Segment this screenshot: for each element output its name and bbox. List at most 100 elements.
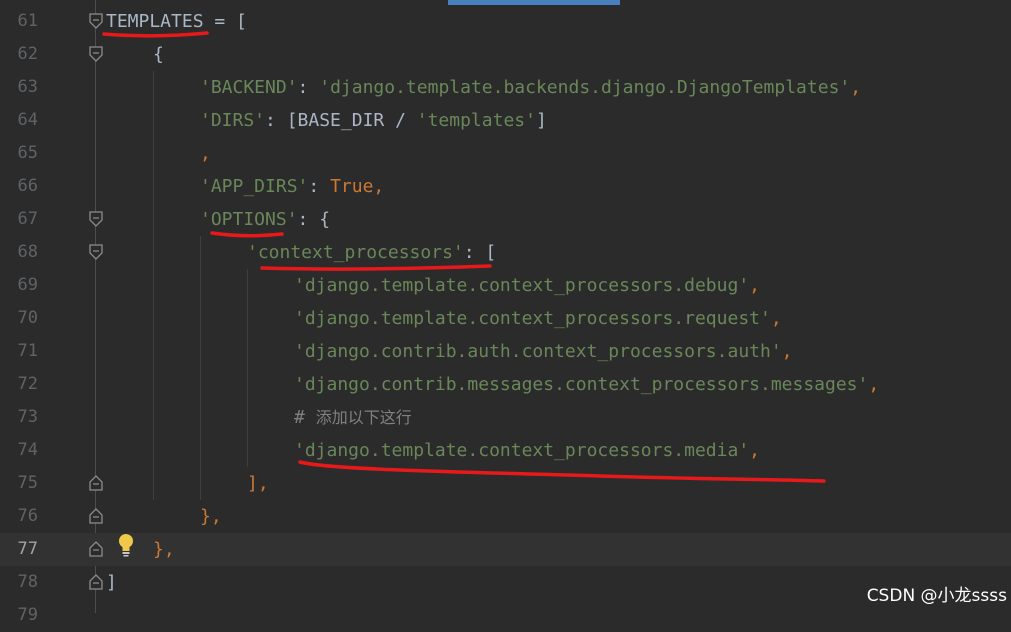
code-token-keyword: , [373, 176, 385, 197]
code-token-string: 'django.template.context_processors.debu… [294, 275, 750, 296]
code-text[interactable]: 'django.template.context_processors.requ… [294, 302, 782, 335]
code-token-plain: : { [297, 209, 331, 230]
code-line[interactable]: 78] [0, 566, 1011, 599]
fold-open-icon[interactable] [89, 13, 103, 29]
code-token-string: 'DIRS' [200, 110, 266, 131]
line-number: 77 [17, 539, 38, 559]
code-token-plain: : [308, 176, 331, 197]
code-token-keyword: ], [247, 473, 269, 494]
fold-close-icon[interactable] [89, 574, 103, 590]
fold-close-icon[interactable] [89, 475, 103, 491]
code-line[interactable]: 70 'django.template.context_processors.re… [0, 302, 1011, 335]
lightbulb-icon[interactable] [116, 533, 136, 557]
code-token-plain: ] [106, 572, 117, 593]
code-token-string: 'templates' [416, 110, 536, 131]
line-number: 67 [17, 209, 38, 229]
line-number: 74 [17, 440, 38, 460]
indent-guide [247, 269, 248, 467]
code-token-keyword: True [330, 176, 374, 197]
code-token-keyword: , [781, 341, 793, 362]
watermark: CSDN @小龙ssss [866, 586, 1007, 606]
code-text[interactable]: 'django.template.context_processors.medi… [294, 434, 760, 467]
code-text[interactable]: }, [153, 533, 175, 566]
code-line[interactable]: 72 'django.contrib.messages.context_proce… [0, 368, 1011, 401]
code-text[interactable]: 'BACKEND': 'django.template.backends.dja… [200, 71, 861, 104]
code-token-keyword: , [749, 440, 760, 461]
code-text[interactable]: { [153, 38, 164, 71]
code-token-keyword: }, [200, 506, 222, 527]
code-line[interactable]: 74 'django.template.context_processors.me… [0, 434, 1011, 467]
code-token-keyword: , [868, 374, 880, 395]
code-token-comment: # [294, 407, 316, 428]
code-token-plain: { [153, 44, 164, 65]
line-number: 73 [17, 407, 38, 427]
line-number: 78 [17, 572, 38, 592]
line-number: 76 [17, 506, 38, 526]
fold-open-icon[interactable] [89, 244, 103, 260]
code-token-comment-cjk: 添加以下这行 [315, 408, 412, 427]
code-text[interactable]: 'django.contrib.auth.context_processors.… [294, 335, 793, 368]
line-number: 72 [17, 374, 38, 394]
code-text[interactable]: # 添加以下这行 [294, 401, 412, 434]
code-token-string: 'django.template.context_processors.requ… [294, 308, 771, 329]
code-text[interactable]: ], [247, 467, 269, 500]
code-token-keyword: , [850, 77, 862, 98]
code-token-string: 'django.template.context_processors.medi… [294, 440, 750, 461]
code-text[interactable]: TEMPLATES = [ [106, 5, 247, 38]
fold-close-icon[interactable] [89, 508, 103, 524]
code-line[interactable]: 67 'OPTIONS': { [0, 203, 1011, 236]
code-line[interactable]: 76}, [0, 500, 1011, 533]
line-number: 63 [17, 77, 38, 97]
code-text[interactable]: 'django.template.context_processors.debu… [294, 269, 760, 302]
line-number: 79 [17, 605, 38, 625]
code-text[interactable]: 'OPTIONS': { [200, 203, 330, 236]
line-number: 69 [17, 275, 38, 295]
code-text[interactable]: 'context_processors': [ [247, 236, 496, 269]
code-token-string: 'OPTIONS' [200, 209, 298, 230]
fold-close-icon[interactable] [89, 541, 103, 557]
indent-guide [153, 71, 154, 500]
code-text[interactable]: , [200, 137, 211, 170]
code-line[interactable]: 63 'BACKEND': 'django.template.backends.d… [0, 71, 1011, 104]
code-text[interactable]: ] [106, 566, 117, 599]
code-editor[interactable]: 61 TEMPLATES = [ 62 {63 'BACKEND': 'django.t… [0, 0, 1011, 625]
code-line[interactable]: 62 { [0, 38, 1011, 71]
code-token-keyword: , [749, 275, 760, 296]
line-number: 65 [17, 143, 38, 163]
code-line[interactable]: 64 'DIRS': [BASE_DIR / 'templates'] [0, 104, 1011, 137]
code-token-plain: = [ [203, 11, 247, 32]
code-line[interactable]: 71 'django.contrib.auth.context_processor… [0, 335, 1011, 368]
code-line[interactable]: 79 [0, 599, 1011, 632]
code-token-plain: ] [535, 110, 547, 131]
line-number: 75 [17, 473, 38, 493]
line-number: 66 [17, 176, 38, 196]
line-number: 61 [17, 11, 38, 31]
code-line[interactable]: 61 TEMPLATES = [ [0, 5, 1011, 38]
line-number: 62 [17, 44, 38, 64]
code-token-plain: : [BASE_DIR / [265, 110, 417, 131]
code-token-string: 'django.template.backends.django.DjangoT… [319, 77, 851, 98]
code-line[interactable]: 75], [0, 467, 1011, 500]
code-token-keyword: }, [153, 539, 175, 560]
line-number: 70 [17, 308, 38, 328]
code-line[interactable]: 69 'django.template.context_processors.de… [0, 269, 1011, 302]
code-text[interactable]: }, [200, 500, 222, 533]
code-token-string: 'django.contrib.messages.context_process… [294, 374, 869, 395]
code-token-string: 'APP_DIRS' [200, 176, 309, 197]
code-line[interactable]: 65, [0, 137, 1011, 170]
code-token-plain: : [ [463, 242, 497, 263]
indent-guide [200, 236, 201, 500]
line-number: 71 [17, 341, 38, 361]
fold-open-icon[interactable] [89, 211, 103, 227]
fold-open-icon[interactable] [89, 46, 103, 62]
code-line[interactable]: 77}, [0, 533, 1011, 566]
code-line[interactable]: 66 'APP_DIRS': True, [0, 170, 1011, 203]
code-text[interactable]: 'DIRS': [BASE_DIR / 'templates'] [200, 104, 547, 137]
code-line[interactable]: 68 'context_processors': [ [0, 236, 1011, 269]
line-number: 64 [17, 110, 38, 130]
line-number: 68 [17, 242, 38, 262]
code-token-plain: : [297, 77, 320, 98]
code-text[interactable]: 'django.contrib.messages.context_process… [294, 368, 879, 401]
code-text[interactable]: 'APP_DIRS': True, [200, 170, 384, 203]
code-line[interactable]: 73 # 添加以下这行 [0, 401, 1011, 434]
